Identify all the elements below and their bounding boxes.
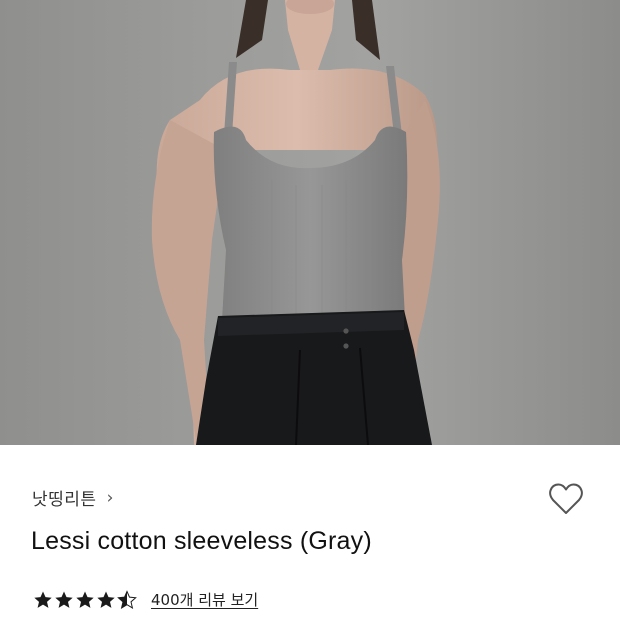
star-icon: [55, 591, 73, 608]
star-half-icon: [117, 589, 137, 609]
product-info: 낫띵리튼 › Lessi cotton sleeveless (Gray) 40…: [0, 445, 620, 620]
heart-outline-icon: [549, 483, 583, 514]
product-image[interactable]: [0, 0, 620, 445]
product-photo-illustration: [151, 0, 440, 445]
chevron-right-icon: ›: [106, 487, 114, 508]
star-icon: [97, 591, 115, 608]
brand-link[interactable]: 낫띵리튼 ›: [32, 485, 114, 511]
star-icon: [34, 591, 52, 608]
product-title: Lessi cotton sleeveless (Gray): [31, 527, 372, 555]
review-count-link[interactable]: 400개 리뷰 보기: [151, 589, 258, 610]
star-icon: [76, 591, 94, 608]
rating-row: 400개 리뷰 보기: [33, 589, 258, 610]
rating-stars: [33, 589, 138, 610]
brand-name: 낫띵리튼: [32, 490, 97, 510]
wishlist-button[interactable]: [548, 482, 584, 516]
